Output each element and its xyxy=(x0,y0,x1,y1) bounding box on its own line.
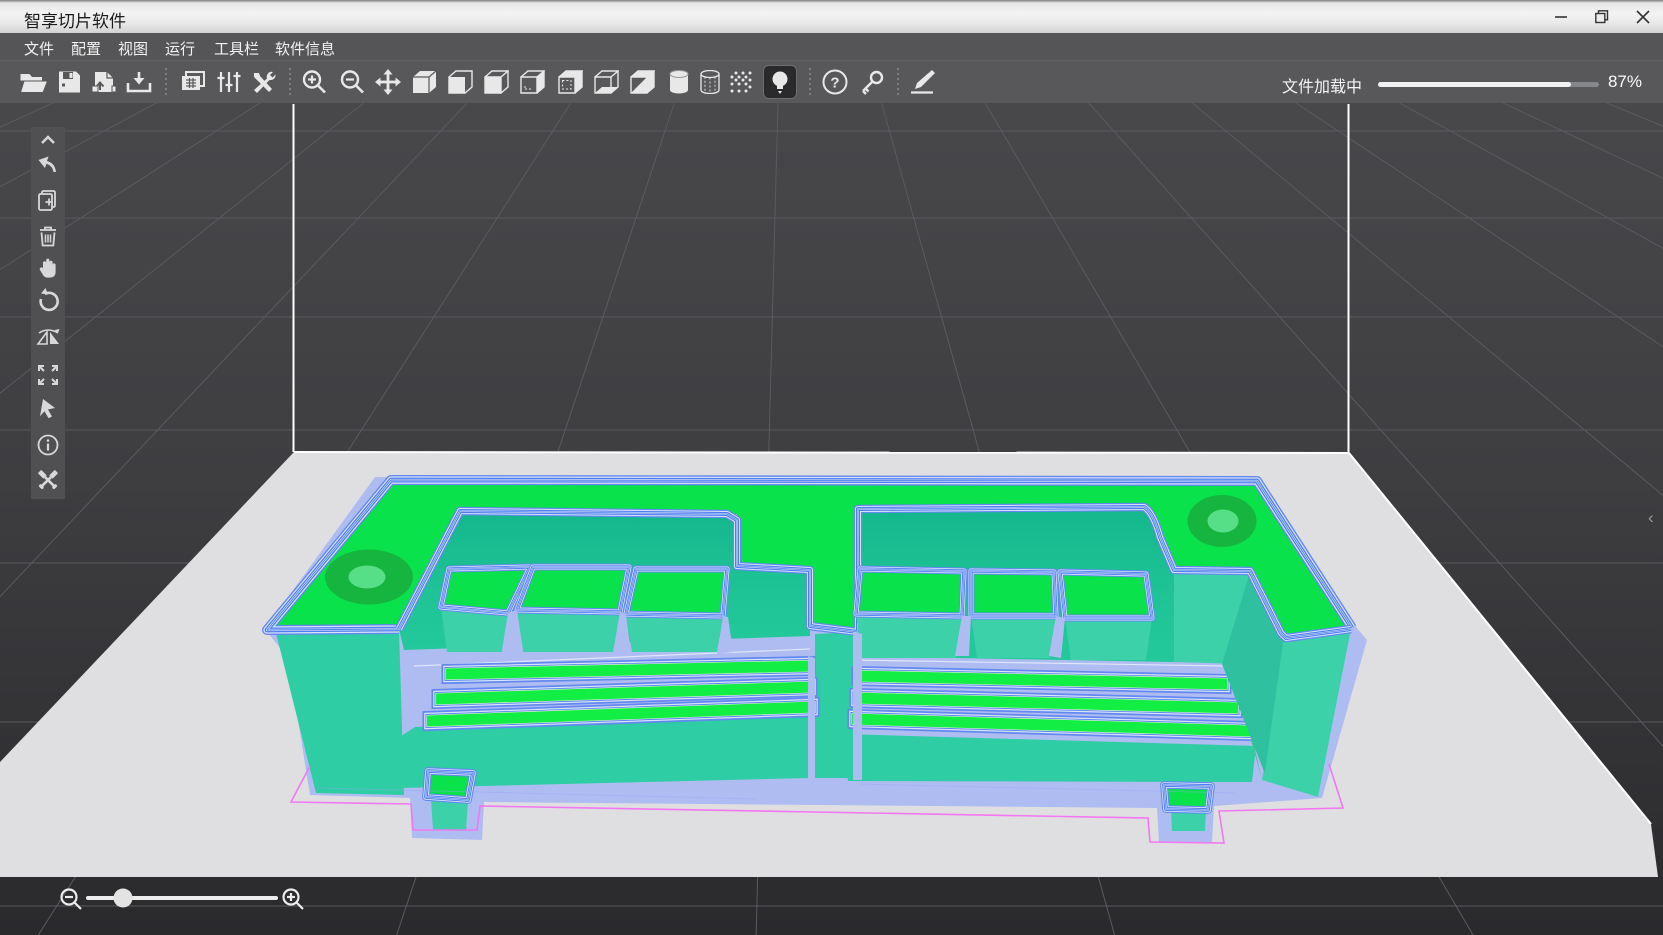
svg-text:?: ? xyxy=(830,75,839,92)
